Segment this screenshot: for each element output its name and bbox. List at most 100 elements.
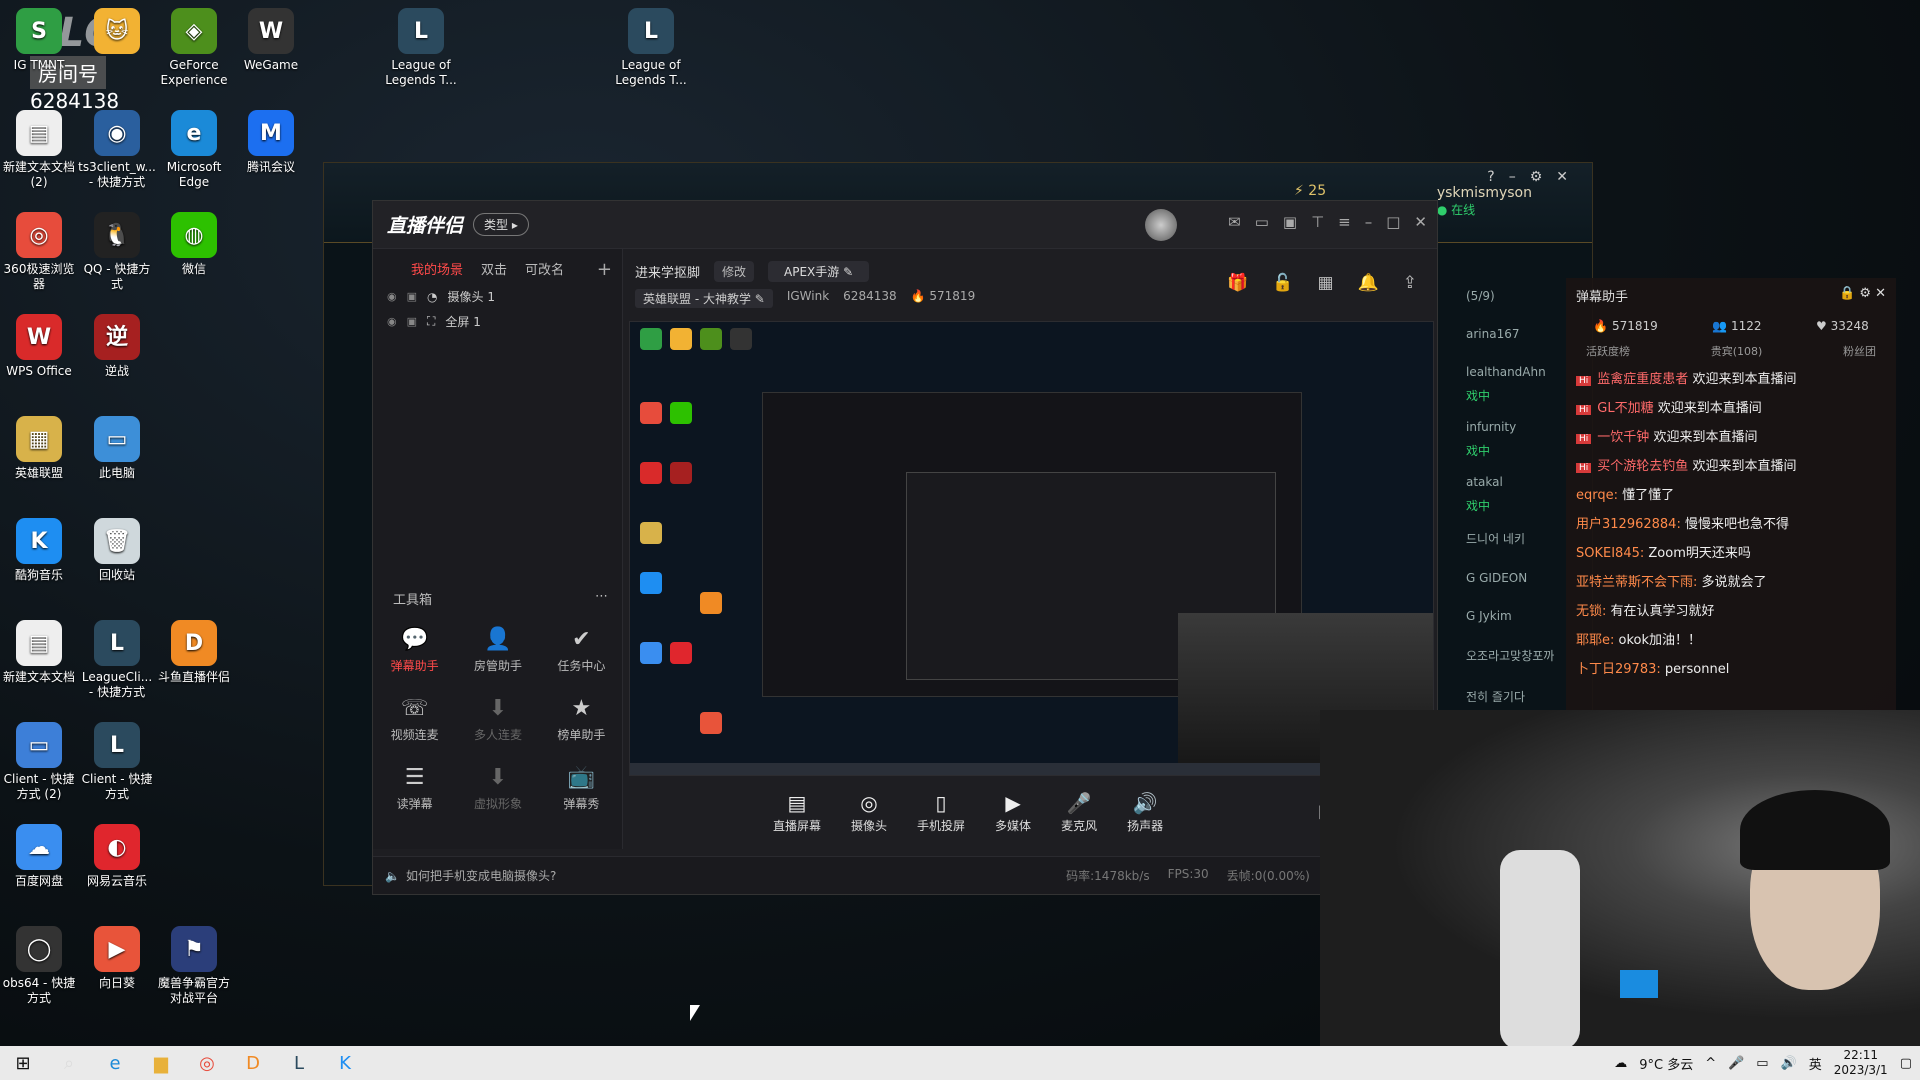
source-control[interactable]: ▶ 多媒体 — [995, 791, 1031, 834]
desktop-icon[interactable]: 🐱 — [78, 8, 156, 58]
chat-tab[interactable]: 活跃度榜 — [1586, 343, 1630, 359]
desktop-icon[interactable]: L LeagueCli... - 快捷方式 — [78, 620, 156, 700]
scene-tab[interactable]: 双击 — [481, 259, 507, 280]
lock-icon[interactable]: 🔓 — [1272, 273, 1293, 293]
source-control[interactable]: ▤ 直播屏幕 — [773, 791, 821, 834]
eye-icon[interactable]: ◉ — [387, 315, 397, 328]
window-controls[interactable]: ✉ ▭ ▣ ⊤ ≡ – □ ✕ — [1228, 213, 1427, 231]
skin-icon[interactable]: ▣ — [1283, 213, 1297, 231]
avatar[interactable] — [1145, 209, 1177, 241]
desktop-icon[interactable]: ⚑ 魔兽争霸官方对战平台 — [155, 926, 233, 1006]
more-icon[interactable]: ⋯ — [595, 589, 608, 608]
desktop-icon[interactable]: D 斗鱼直播伴侣 — [155, 620, 233, 685]
desktop-icon[interactable]: e Microsoft Edge — [155, 110, 233, 190]
tool-item[interactable]: ⬇ 多人连麦 — [456, 696, 539, 743]
desktop-icon[interactable]: ▭ Client - 快捷方式 (2) — [0, 722, 78, 802]
chat-tab[interactable]: 粉丝团 — [1843, 343, 1876, 359]
close-icon[interactable]: ✕ — [1414, 213, 1427, 231]
desktop-icon[interactable]: 🐧 QQ - 快捷方式 — [78, 212, 156, 292]
tool-item[interactable]: ☏ 视频连麦 — [373, 696, 456, 743]
stream-preview[interactable] — [629, 321, 1434, 776]
search-icon[interactable]: ⌕ — [46, 1053, 92, 1074]
browser-360-icon[interactable]: ◎ — [184, 1053, 230, 1074]
scene-item[interactable]: ◉ ▣ ⛶ 全屏 1 — [373, 305, 622, 330]
minimize-icon[interactable]: – — [1365, 213, 1373, 231]
type-button[interactable]: 类型 ▸ — [473, 213, 529, 236]
desktop-icon[interactable]: K 酷狗音乐 — [0, 518, 78, 583]
chevron-up-icon[interactable]: ^ — [1705, 1056, 1716, 1071]
lol-window-controls[interactable]: ?–⚙✕ — [1487, 169, 1582, 185]
source-control[interactable]: 🔊 扬声器 — [1127, 791, 1163, 834]
eye-icon[interactable]: ◉ — [387, 290, 397, 303]
scene-tab[interactable]: 可改名 — [525, 259, 564, 280]
share-icon[interactable]: ⇪ — [1403, 273, 1417, 293]
menu-icon[interactable]: ≡ — [1338, 213, 1351, 231]
desktop-icon[interactable]: ◯ obs64 - 快捷方式 — [0, 926, 78, 1006]
stream-title[interactable]: 进来学抠脚 — [635, 262, 700, 281]
desktop-icon[interactable]: W WeGame — [232, 8, 310, 73]
desktop-icon[interactable]: M 腾讯会议 — [232, 110, 310, 175]
source-control[interactable]: 🎤 麦克风 — [1061, 791, 1097, 834]
add-scene-icon[interactable]: + — [597, 259, 612, 280]
chat-user[interactable]: 耶耶e: — [1576, 633, 1614, 648]
stream-app-window[interactable]: 直播伴侣 类型 ▸ ✉ ▭ ▣ ⊤ ≡ – □ ✕ 我的场景 双击 可改名 + ◉ ▣ ◔… — [372, 200, 1438, 895]
desktop-icon[interactable]: L League of Legends T... — [382, 8, 460, 88]
tool-item[interactable]: 👤 房管助手 — [456, 627, 539, 674]
tool-item[interactable]: ★ 榜单助手 — [540, 696, 623, 743]
lock-icon[interactable]: ▣ — [407, 315, 417, 328]
tool-item[interactable]: 💬 弹幕助手 — [373, 627, 456, 674]
kugou-icon[interactable]: K — [322, 1053, 368, 1074]
tool-item[interactable]: ⬇ 虚拟形象 — [456, 765, 539, 812]
screen-icon[interactable]: ▭ — [1255, 213, 1269, 231]
desktop-icon[interactable]: ▦ 英雄联盟 — [0, 416, 78, 481]
tip-text[interactable]: 如何把手机变成电脑摄像头? — [406, 867, 556, 884]
lol-icon[interactable]: L — [276, 1053, 322, 1074]
weather-text[interactable]: 9°C 多云 — [1639, 1054, 1693, 1073]
desktop-icon[interactable]: ▤ 新建文本文档 (2) — [0, 110, 78, 190]
source-control[interactable]: ▯ 手机投屏 — [917, 791, 965, 834]
category-selector[interactable]: 英雄联盟 - 大神教学 ✎ — [635, 289, 773, 308]
desktop-icon[interactable]: ◎ 360极速浏览器 — [0, 212, 78, 292]
ime-indicator[interactable]: 英 — [1809, 1054, 1822, 1073]
bell-icon[interactable]: 🔔 — [1358, 273, 1379, 293]
shirt-icon[interactable]: ⊤ — [1311, 213, 1324, 231]
chat-user[interactable]: SOKEI845: — [1576, 546, 1644, 561]
tool-item[interactable]: ☰ 读弹幕 — [373, 765, 456, 812]
desktop-icon[interactable]: 🗑 回收站 — [78, 518, 156, 583]
desktop-icon[interactable]: ◉ ts3client_w... - 快捷方式 — [78, 110, 156, 190]
lol-user[interactable]: yskmismyson ● 在线 — [1437, 185, 1532, 218]
game-selector[interactable]: APEX手游 ✎ — [768, 261, 870, 282]
chat-user[interactable]: 卜丁日29783: — [1576, 662, 1661, 677]
desktop-icon[interactable]: L League of Legends T... — [612, 8, 690, 88]
chat-user[interactable]: eqrqe: — [1576, 488, 1618, 503]
chat-user[interactable]: 用户312962884: — [1576, 517, 1681, 532]
mail-icon[interactable]: ✉ — [1228, 213, 1241, 231]
mic-icon[interactable]: 🎤 — [1728, 1056, 1744, 1071]
chat-user[interactable]: 买个游轮去钓鱼 — [1597, 459, 1688, 474]
danmu-panel[interactable]: 弹幕助手 🔒 ⚙ ✕ 🔥 571819 👥 1122 ♥ 33248 活跃度榜 贵… — [1566, 278, 1896, 710]
tool-item[interactable]: ✔ 任务中心 — [540, 627, 623, 674]
desktop-icon[interactable]: ▶ 向日葵 — [78, 926, 156, 991]
desktop-icon[interactable]: L Client - 快捷方式 — [78, 722, 156, 802]
gift-icon[interactable]: 🎁 — [1227, 273, 1248, 293]
lock-icon[interactable]: ▣ — [407, 290, 417, 303]
network-icon[interactable]: ▭ — [1756, 1056, 1768, 1071]
desktop-icon[interactable]: ▤ 新建文本文档 — [0, 620, 78, 685]
edge-icon[interactable]: e — [92, 1053, 138, 1074]
volume-icon[interactable]: 🔊 — [1781, 1056, 1797, 1071]
scene-tab[interactable]: 我的场景 — [411, 259, 463, 280]
folder-icon[interactable]: ▆ — [138, 1053, 184, 1074]
clock[interactable]: 22:11 2023/3/1 — [1834, 1048, 1888, 1078]
notification-icon[interactable]: ▢ — [1900, 1056, 1912, 1071]
desktop-icon[interactable]: ◈ GeForce Experience — [155, 8, 233, 88]
desktop-icon[interactable]: ◐ 网易云音乐 — [78, 824, 156, 889]
desktop-icon[interactable]: ☁ 百度网盘 — [0, 824, 78, 889]
desktop-icon[interactable]: S IG TMNT — [0, 8, 78, 73]
scene-item[interactable]: ◉ ▣ ◔ 摄像头 1 — [373, 280, 622, 305]
start-icon[interactable]: ⊞ — [0, 1053, 46, 1074]
chat-user[interactable]: 亚特兰蒂斯不会下雨: — [1576, 575, 1697, 590]
chat-user[interactable]: 监禽症重度患者 — [1597, 372, 1688, 387]
edit-button[interactable]: 修改 — [714, 261, 755, 282]
source-control[interactable]: ◎ 摄像头 — [851, 791, 887, 834]
chat-tab[interactable]: 贵宾(108) — [1711, 343, 1763, 359]
